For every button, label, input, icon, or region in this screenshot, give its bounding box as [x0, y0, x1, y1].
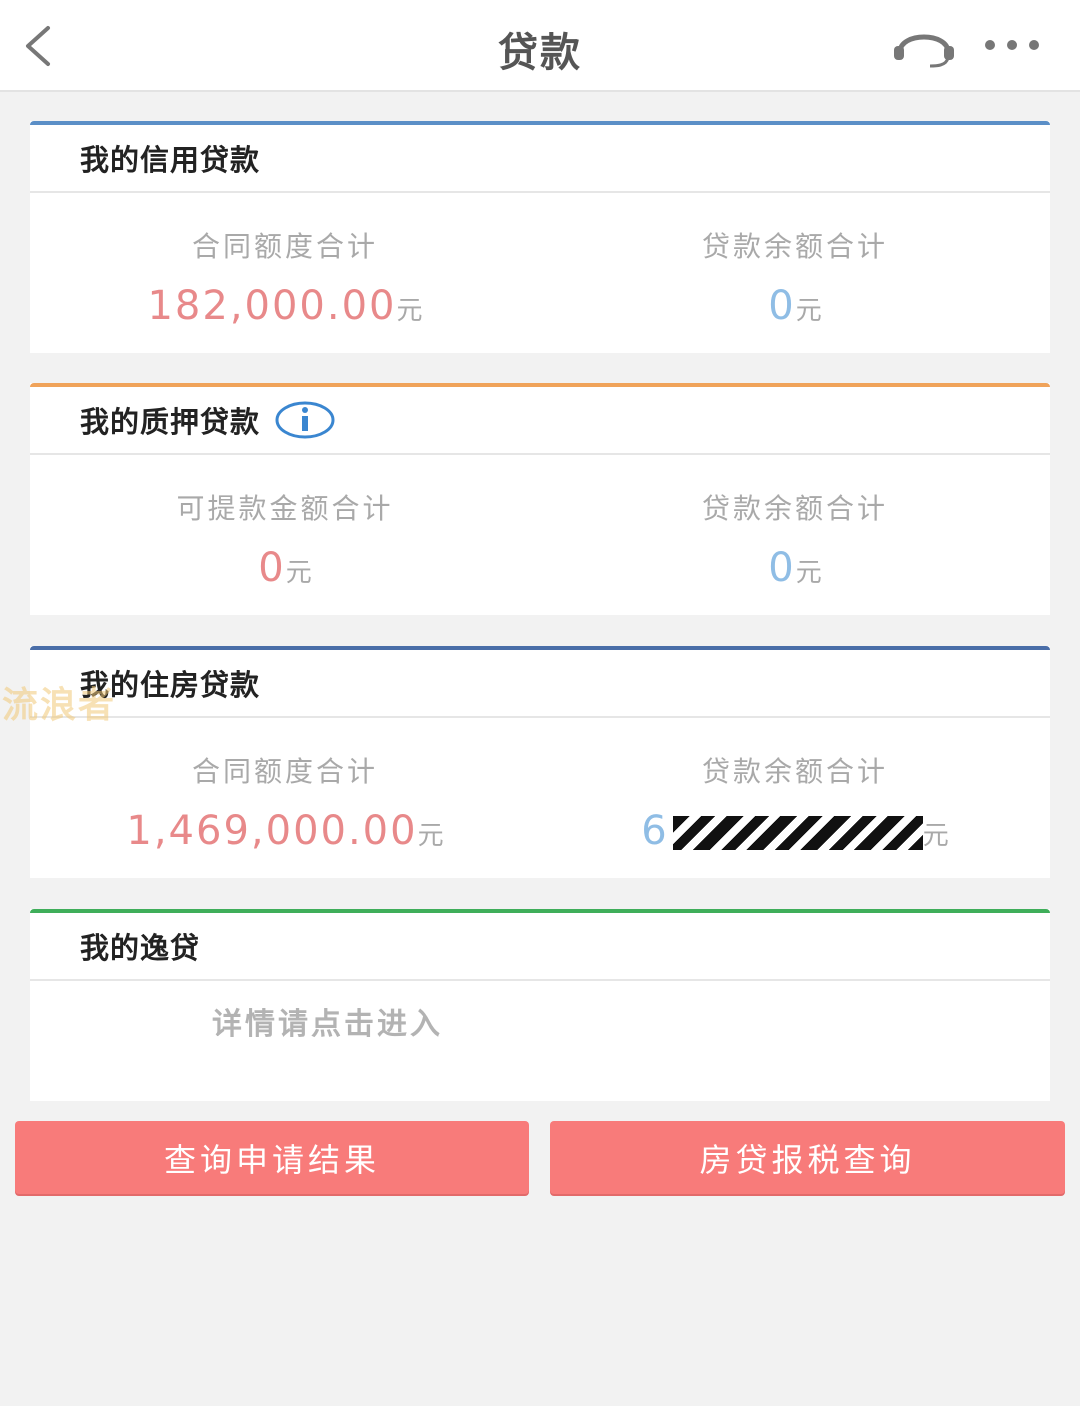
currency-unit: 元 [396, 296, 423, 326]
currency-unit: 元 [922, 821, 949, 851]
credit-loan-card[interactable]: 我的信用贷款 合同额度合计 182,000.00元 贷款余额合计 0元 [30, 121, 1050, 353]
pledge-withdraw-amount: 0 [258, 545, 286, 591]
more-dots-icon[interactable] [980, 30, 1044, 60]
currency-unit: 元 [285, 558, 312, 588]
housing-contract-total: 合同额度合计 1,469,000.00元 [30, 718, 540, 878]
pledge-loan-title: 我的质押贷款 [80, 405, 261, 439]
housing-balance-amount: 6 [641, 808, 669, 854]
info-icon[interactable] [274, 400, 336, 440]
headset-icon[interactable] [890, 22, 958, 70]
pledge-balance-amount: 0 [768, 545, 796, 591]
pledge-loan-header: 我的质押贷款 [30, 383, 1050, 455]
mortgage-tax-query-button[interactable]: 房贷报税查询 [550, 1121, 1065, 1194]
yidai-hint[interactable]: 详情请点击进入 [212, 999, 1050, 1043]
credit-balance-amount: 0 [768, 283, 796, 329]
pledge-loan-card[interactable]: 我的质押贷款 可提款金额合计 0元 贷款余额合计 0元 [30, 383, 1050, 615]
credit-contract-total: 合同额度合计 182,000.00元 [30, 193, 540, 353]
stat-value: 0元 [540, 545, 1050, 591]
credit-loan-header: 我的信用贷款 [30, 121, 1050, 193]
stat-value: 6元 [540, 808, 1050, 854]
yidai-title: 我的逸贷 [80, 931, 201, 965]
stat-value: 1,469,000.00元 [30, 808, 540, 854]
yidai-header: 我的逸贷 [30, 909, 1050, 981]
watermark: 流浪者 [2, 685, 117, 726]
stat-label: 可提款金额合计 [176, 492, 394, 525]
credit-contract-amount: 182,000.00 [147, 283, 397, 329]
stat-label: 贷款余额合计 [701, 492, 888, 525]
top-navigation-bar: 贷款 [0, 0, 1080, 92]
credit-balance-total: 贷款余额合计 0元 [540, 193, 1050, 353]
housing-balance-total: 贷款余额合计 6元 [540, 718, 1050, 878]
redaction-mask [672, 816, 923, 850]
currency-unit: 元 [417, 821, 444, 851]
query-application-button[interactable]: 查询申请结果 [15, 1121, 529, 1194]
stat-label: 贷款余额合计 [701, 755, 888, 788]
yidai-card[interactable]: 我的逸贷 详情请点击进入 [30, 909, 1050, 1101]
housing-loan-header: 我的住房贷款 [30, 646, 1050, 718]
stat-label: 合同额度合计 [191, 755, 378, 788]
credit-loan-title: 我的信用贷款 [80, 143, 261, 177]
housing-contract-amount: 1,469,000.00 [126, 808, 418, 854]
pledge-withdraw-total: 可提款金额合计 0元 [30, 455, 540, 615]
stat-label: 合同额度合计 [191, 230, 378, 263]
housing-loan-card[interactable]: 我的住房贷款 合同额度合计 1,469,000.00元 贷款余额合计 6元 [30, 646, 1050, 878]
currency-unit: 元 [795, 558, 822, 588]
currency-unit: 元 [795, 296, 822, 326]
stat-value: 182,000.00元 [30, 283, 540, 329]
stat-value: 0元 [540, 283, 1050, 329]
pledge-balance-total: 贷款余额合计 0元 [540, 455, 1050, 615]
stat-label: 贷款余额合计 [701, 230, 888, 263]
stat-value: 0元 [30, 545, 540, 591]
